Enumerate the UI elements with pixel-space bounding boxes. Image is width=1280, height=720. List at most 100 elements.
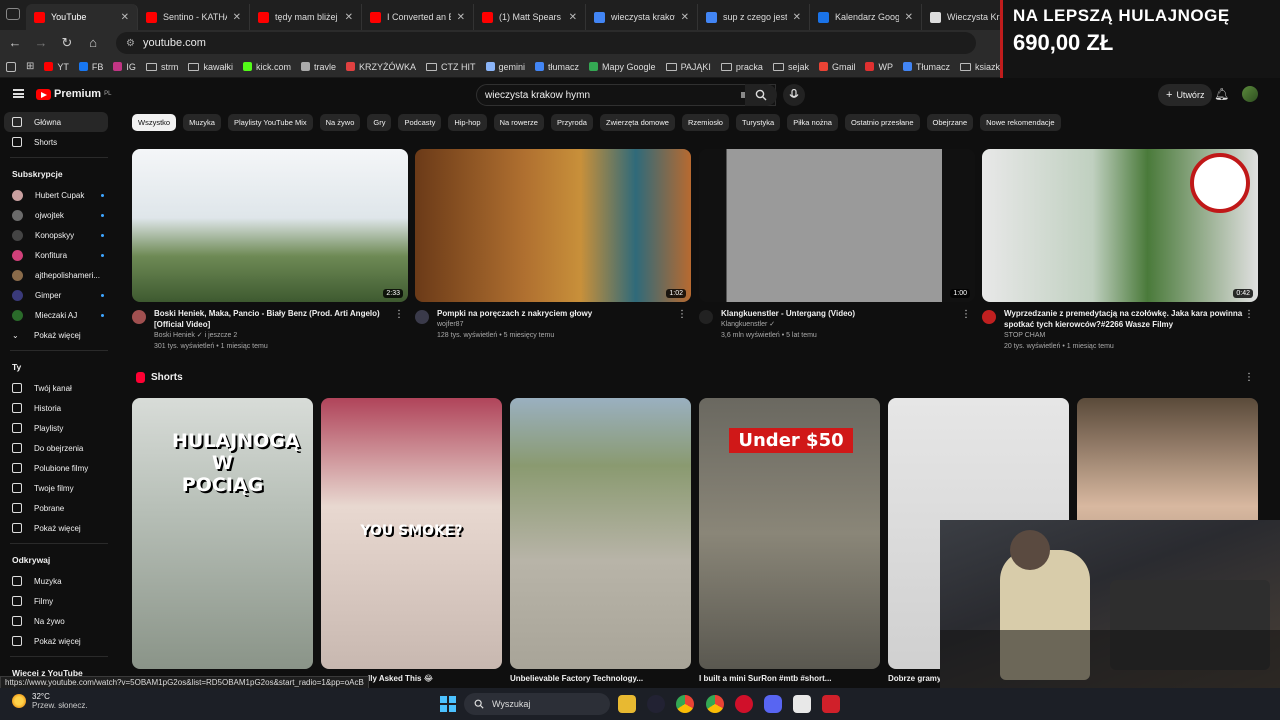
filter-chip[interactable]: Przyroda [550,114,593,131]
bookmark-gemini[interactable]: gemini [485,62,525,72]
sidebar-item-you[interactable]: Twoje filmy [0,478,118,498]
close-tab-icon[interactable]: ✕ [793,12,801,23]
short-title[interactable]: Unbelievable Factory Technology... [510,674,643,683]
sidebar-item-you[interactable]: Pobrane [0,498,118,518]
video-card[interactable]: 0:42 Wyprzedzanie z premedytacją na czołó… [982,149,1258,352]
video-card[interactable]: 1:02 Pompki na poręczach z nakryciem głow… [415,149,691,341]
filter-chip[interactable]: Rzemiosło [681,114,729,131]
bookmark-folder[interactable]: ksiazka [959,62,1005,72]
sidebar-you-title[interactable]: Ty [0,356,118,378]
channel-avatar[interactable] [132,310,146,324]
sidebar-item-you[interactable]: Do obejrzenia [0,438,118,458]
reload-icon[interactable]: ↻ [60,36,74,50]
short-card[interactable]: YOU SMOKE? [321,398,502,669]
video-thumbnail[interactable]: 2:33 [132,149,408,302]
filter-chip[interactable]: Nowe rekomendacje [980,114,1061,131]
bookmark-folder[interactable]: CTZ HIT [426,62,476,72]
search-button[interactable] [745,84,777,106]
home-icon[interactable]: ⌂ [86,36,100,50]
filter-chip[interactable]: Turystyka [735,114,781,131]
sidebar-item-explore[interactable]: Na żywo [0,611,118,631]
video-channel[interactable]: Boski Heniek ✓ i jeszcze 2 [154,330,394,341]
menu-icon[interactable] [13,89,24,98]
browser-tab[interactable]: sup z czego jest z ✕ [698,4,810,30]
steam-icon[interactable] [647,695,665,713]
bookmark-yt[interactable]: YT [44,62,69,72]
browser-tab[interactable]: I Converted an Ele ✕ [362,4,474,30]
chrome-icon[interactable] [676,695,694,713]
bookmark-folder[interactable]: PAJĄKI [665,62,711,72]
tab-search-icon[interactable] [6,8,20,20]
filter-chip[interactable]: Na rowerze [493,114,544,131]
short-card[interactable]: Under $50 [699,398,880,669]
filter-chip[interactable]: Wszystko [132,114,177,131]
sidebar-subscription[interactable]: Mieczaki AJ [0,305,118,325]
voice-search-button[interactable] [783,84,805,106]
video-title[interactable]: Boski Heniek, Maka, Pancio - Biały Benz … [154,308,394,330]
short-title[interactable]: lly Asked This 😂 [368,674,433,683]
channel-avatar[interactable] [415,310,429,324]
browser-tab[interactable]: Sentino - KATHAR ✕ [138,4,250,30]
close-tab-icon[interactable]: ✕ [681,12,689,23]
close-tab-icon[interactable]: ✕ [905,12,913,23]
video-card[interactable]: 2:33 Boski Heniek, Maka, Pancio - Biały B… [132,149,408,352]
sidebar-subscription[interactable]: Hubert Cupak [0,185,118,205]
sidebar-item-you[interactable]: Polubione filmy [0,458,118,478]
create-button[interactable]: + Utwórz [1158,84,1213,106]
close-tab-icon[interactable]: ✕ [569,12,577,23]
url-field[interactable]: ⚙ youtube.com [116,32,976,54]
more-options-icon[interactable]: ⋮ [677,309,687,320]
search-input[interactable]: wieczysta krakow hymn ✕ [476,84,776,106]
filter-chip[interactable]: Obejrzane [926,114,974,131]
streamlabs-icon[interactable] [793,695,811,713]
video-channel[interactable]: STOP CHAM [1004,330,1244,341]
notifications-bell-icon[interactable]: 🔔︎ [1214,87,1229,101]
browser-tab[interactable]: wieczysta krakow ✕ [586,4,698,30]
browser-tab[interactable]: (1) Matt Spears - ✕ [474,4,586,30]
filter-chip[interactable]: Na żywo [319,114,361,131]
filter-chip[interactable]: Muzyka [183,114,221,131]
sidebar-item-explore[interactable]: Muzyka [0,571,118,591]
sidebar-subscription[interactable]: ojwojtek [0,205,118,225]
filter-chip[interactable]: Ostatnio przesłane [844,114,920,131]
sidebar-item-you[interactable]: Twój kanał [0,378,118,398]
bookmark-folder[interactable]: pracka [720,62,763,72]
bookmark-red[interactable]: KRZYŻÓWKA [345,62,416,72]
bookmark-globe[interactable]: travle [300,62,336,72]
sidebar-subscription[interactable]: Gimper [0,285,118,305]
file-explorer-icon[interactable] [618,695,636,713]
bookmark-tr[interactable]: tłumacz [535,62,579,72]
video-title[interactable]: Pompki na poręczach z nakryciem głowy [437,308,677,319]
weather-widget[interactable]: 32°C Przew. słonecz. [12,692,88,710]
video-channel[interactable]: wojfer87 [437,319,677,330]
bookmark-wp[interactable]: WP [865,62,893,72]
close-tab-icon[interactable]: ✕ [345,12,353,23]
browser-tab[interactable]: tędy mam bliżej - ✕ [250,4,362,30]
opera-icon[interactable] [735,695,753,713]
close-tab-icon[interactable]: ✕ [457,12,465,23]
filter-chip[interactable]: Podcasty [398,114,442,131]
video-thumbnail[interactable]: 1:02 [415,149,691,302]
sidebar-subscription[interactable]: Konopskyy [0,225,118,245]
sidebar-subscription[interactable]: Konfitura [0,245,118,265]
youtube-logo[interactable]: Premium PL [36,88,111,100]
filter-chip[interactable]: Gry [367,114,392,131]
video-channel[interactable]: Klangkuenstler ✓ [721,319,961,330]
video-thumbnail[interactable]: 0:42 [982,149,1258,302]
bookmark-tr[interactable]: Tłumacz [902,62,950,72]
filter-chip[interactable]: Playlisty YouTube Mix [227,114,313,131]
short-card[interactable] [510,398,691,669]
browser-tab[interactable]: Kalendarz Google ✕ [810,4,922,30]
video-card[interactable]: 1:00 Klangkuenstler - Untergang (Video) Kl… [699,149,975,341]
channel-avatar[interactable] [982,310,996,324]
sidebar-show-more[interactable]: ⌄ Pokaż więcej [0,325,118,345]
video-title[interactable]: Wyprzedzanie z premedytacją na czołówkę.… [1004,308,1244,330]
taskbar-search[interactable]: Wyszukaj [464,693,610,715]
video-title[interactable]: Klangkuenstler - Untergang (Video) [721,308,961,319]
back-icon[interactable]: ← [8,36,22,50]
bookmark-fb[interactable]: FB [78,62,103,72]
bookmark-folder[interactable]: sejak [772,62,809,72]
sidebar-item-you[interactable]: Playlisty [0,418,118,438]
bookmark-ig[interactable]: IG [113,62,136,72]
more-options-icon[interactable]: ⋮ [394,309,404,320]
